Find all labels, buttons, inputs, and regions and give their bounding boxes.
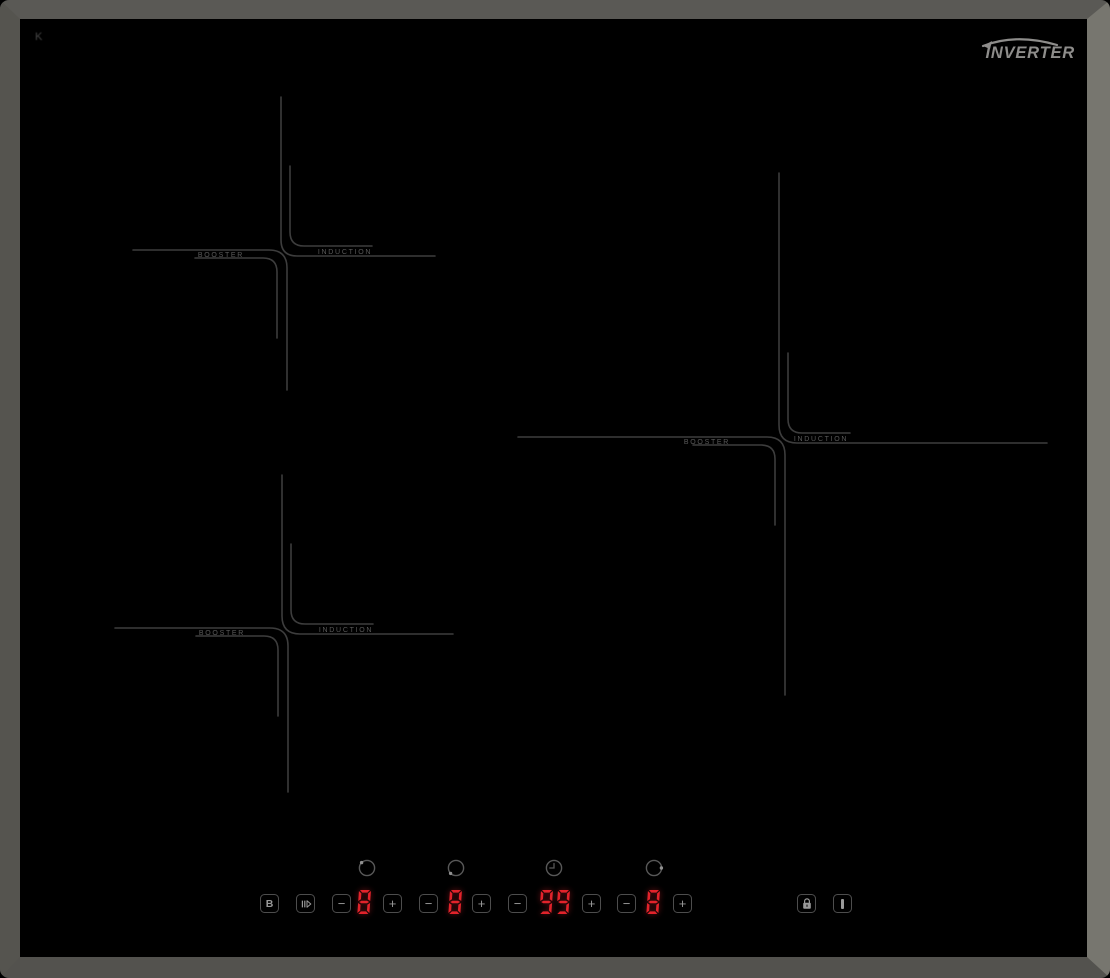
- zone-top-left-minus-button[interactable]: −: [332, 894, 351, 913]
- booster-button[interactable]: B: [260, 894, 279, 913]
- zone-marking-top-left: INDUCTION BOOSTER: [133, 97, 435, 390]
- plus-icon: +: [679, 897, 687, 910]
- ceramic-glass-surface: K INVERTER INDUCTION BOOSTER: [20, 19, 1087, 957]
- booster-label: BOOSTER: [684, 439, 730, 446]
- minus-icon: −: [425, 897, 433, 910]
- induction-label: INDUCTION: [794, 436, 848, 443]
- booster-label: BOOSTER: [198, 252, 244, 259]
- zone-top-left-power-display: [354, 888, 376, 916]
- zone-right-power-display: [643, 888, 665, 916]
- zone-top-left-plus-button[interactable]: +: [383, 894, 402, 913]
- induction-hob: K INVERTER INDUCTION BOOSTER: [0, 0, 1110, 978]
- pause-button[interactable]: [296, 894, 315, 913]
- zone-top-left-indicator-icon: [357, 858, 377, 878]
- cooking-zone-markings: INDUCTION BOOSTER INDUCTION BOOSTER INDU…: [20, 19, 1087, 957]
- booster-label: BOOSTER: [199, 630, 245, 637]
- pause-icon: [300, 898, 312, 910]
- power-icon: [841, 899, 844, 909]
- zone-right-minus-button[interactable]: −: [617, 894, 636, 913]
- timer-clock-icon: [544, 858, 564, 878]
- plus-icon: +: [389, 897, 397, 910]
- zone-bottom-left-power-display: [445, 888, 467, 916]
- zone-bottom-left-minus-button[interactable]: −: [419, 894, 438, 913]
- zone-right-indicator-icon: [644, 858, 664, 878]
- child-lock-button[interactable]: [797, 894, 816, 913]
- induction-label: INDUCTION: [318, 249, 372, 256]
- minus-icon: −: [514, 897, 522, 910]
- plus-icon: +: [478, 897, 486, 910]
- minus-icon: −: [623, 897, 631, 910]
- zone-bottom-left-plus-button[interactable]: +: [472, 894, 491, 913]
- induction-label: INDUCTION: [319, 627, 373, 634]
- timer-minus-button[interactable]: −: [508, 894, 527, 913]
- timer-display: [536, 888, 575, 916]
- zone-marking-right: INDUCTION BOOSTER: [518, 173, 1047, 695]
- plus-icon: +: [588, 897, 596, 910]
- booster-button-label: B: [266, 898, 274, 910]
- zone-marking-bottom-left: INDUCTION BOOSTER: [115, 475, 453, 792]
- timer-plus-button[interactable]: +: [582, 894, 601, 913]
- minus-icon: −: [338, 897, 346, 910]
- power-button[interactable]: [833, 894, 852, 913]
- lock-icon: [801, 897, 813, 910]
- zone-bottom-left-indicator-icon: [446, 858, 466, 878]
- zone-right-plus-button[interactable]: +: [673, 894, 692, 913]
